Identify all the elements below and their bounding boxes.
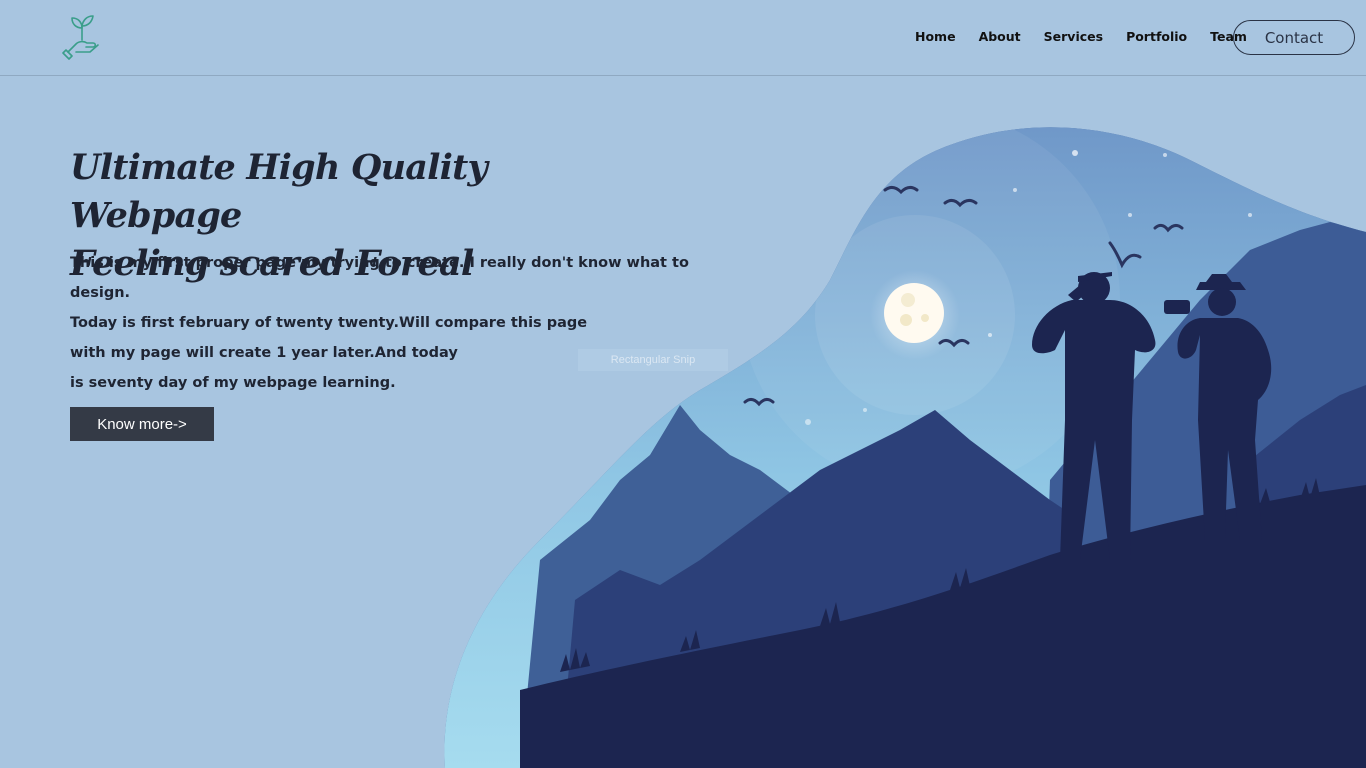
moon [884, 283, 944, 343]
hero-paragraph: This is my first proper page my trying t… [70, 248, 689, 398]
site-header: Home About Services Portfolio Team Conta… [0, 0, 1366, 76]
headline-line-1: Ultimate High Quality Webpage [70, 147, 488, 236]
nav-home[interactable]: Home [915, 29, 956, 45]
page: Home About Services Portfolio Team Conta… [0, 0, 1366, 768]
contact-button[interactable]: Contact [1233, 20, 1355, 55]
nav-services[interactable]: Services [1044, 29, 1103, 45]
rectangular-snip-overlay: Rectangular Snip [578, 349, 728, 371]
paragraph-line: Today is first february of twenty twenty… [70, 315, 588, 331]
paragraph-line: This is my first proper page my trying t… [70, 255, 689, 271]
main-nav: Home About Services Portfolio Team [915, 29, 1270, 45]
paragraph-line: is seventy day of my webpage learning. [70, 375, 396, 391]
nav-about[interactable]: About [979, 29, 1021, 45]
plant-in-hand-icon[interactable] [62, 14, 102, 60]
paragraph-line: design. [70, 285, 131, 301]
know-more-button[interactable]: Know more-> [70, 407, 214, 441]
nav-portfolio[interactable]: Portfolio [1126, 29, 1187, 45]
